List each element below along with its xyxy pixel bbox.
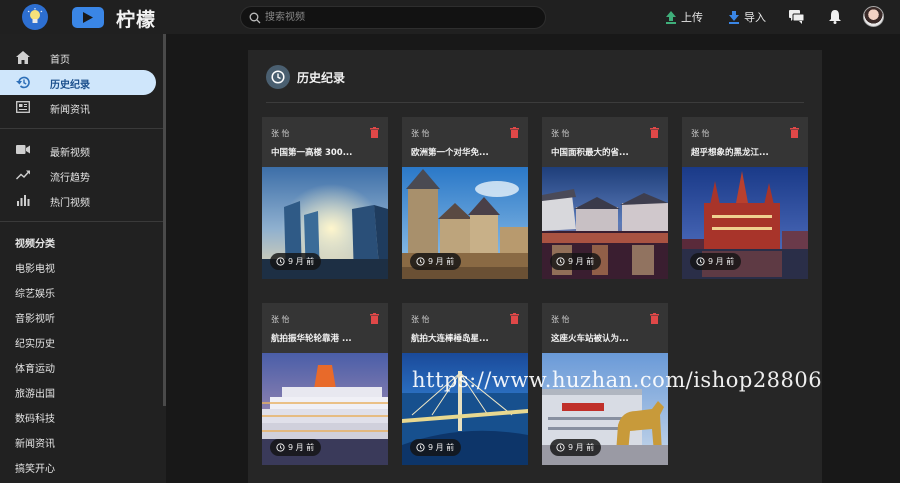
card-author: 张 怡 <box>551 129 570 138</box>
clock-icon <box>266 65 290 89</box>
watermark-text: https://www.huzhan.com/ishop28806 <box>412 368 823 392</box>
upload-label: 上传 <box>681 11 703 24</box>
trash-icon[interactable] <box>510 313 519 324</box>
card-author: 张 怡 <box>271 129 290 138</box>
sidebar-divider <box>0 221 163 222</box>
trash-icon[interactable] <box>370 127 379 138</box>
bar-chart-icon <box>17 195 30 206</box>
category-item[interactable]: 旅游出国 <box>15 385 55 400</box>
time-badge: 9 月 前 <box>270 253 322 270</box>
sidebar-item-label: 热门视频 <box>50 198 90 209</box>
card-title[interactable]: 航拍振华轮轮靠港 ... <box>271 332 352 344</box>
brand-name[interactable]: 柠檬 <box>116 5 156 32</box>
search-input[interactable] <box>265 9 535 26</box>
search-icon <box>249 12 261 24</box>
card-title[interactable]: 这座火车站被认为... <box>551 332 629 344</box>
time-badge: 9 月 前 <box>550 439 602 456</box>
time-badge: 9 月 前 <box>550 253 602 270</box>
card-author: 张 怡 <box>411 315 430 324</box>
sidebar-item-latest-videos[interactable]: 最新视频 <box>0 138 156 163</box>
history-icon <box>16 76 30 89</box>
category-item[interactable]: 体育运动 <box>15 360 55 375</box>
time-text: 9 月 前 <box>288 257 315 266</box>
sidebar-item-label: 最新视频 <box>50 148 90 159</box>
time-badge: 9 月 前 <box>270 439 322 456</box>
trash-icon[interactable] <box>650 313 659 324</box>
category-item[interactable]: 综艺娱乐 <box>15 285 55 300</box>
card-author: 张 怡 <box>271 315 290 324</box>
messages-icon[interactable] <box>789 9 804 24</box>
category-item[interactable]: 数码科技 <box>15 410 55 425</box>
history-icon <box>556 257 565 266</box>
play-logo-icon[interactable] <box>72 7 104 28</box>
sidebar-item-trending[interactable]: 流行趋势 <box>0 163 156 188</box>
category-heading: 视频分类 <box>15 239 55 250</box>
import-button[interactable]: 导入 <box>728 9 766 25</box>
user-avatar[interactable] <box>863 6 884 27</box>
card-title[interactable]: 超乎想象的黑龙江... <box>691 146 769 158</box>
title-divider <box>266 102 804 103</box>
time-badge: 9 月 前 <box>410 253 462 270</box>
time-badge: 9 月 前 <box>410 439 462 456</box>
video-camera-icon <box>16 145 30 154</box>
trash-icon[interactable] <box>650 127 659 138</box>
trending-icon <box>16 170 30 180</box>
sidebar-item-label: 首页 <box>50 55 70 66</box>
sidebar: 首页 历史纪录 新闻资讯 最新视频 流行趋势 热门视频 视频分类 电影电视 综艺… <box>0 34 166 483</box>
history-icon <box>276 257 285 266</box>
category-item[interactable]: 音影视听 <box>15 310 55 325</box>
bell-icon[interactable] <box>828 9 842 24</box>
top-bar: 柠檬 上传 导入 <box>0 0 900 34</box>
history-card[interactable]: 张 怡 中国面积最大的省... 9 月 前 <box>542 117 668 279</box>
card-author: 张 怡 <box>551 315 570 324</box>
time-text: 9 月 前 <box>428 257 455 266</box>
time-text: 9 月 前 <box>288 443 315 452</box>
sidebar-divider <box>0 128 163 129</box>
time-text: 9 月 前 <box>428 443 455 452</box>
history-icon <box>416 443 425 452</box>
upload-button[interactable]: 上传 <box>665 9 703 25</box>
sidebar-item-news[interactable]: 新闻资讯 <box>0 95 156 120</box>
trash-icon[interactable] <box>790 127 799 138</box>
category-item[interactable]: 搞笑开心 <box>15 460 55 475</box>
card-title[interactable]: 中国面积最大的省... <box>551 146 629 158</box>
home-icon <box>16 51 30 64</box>
history-icon <box>556 443 565 452</box>
category-item[interactable]: 新闻资讯 <box>15 435 55 450</box>
sidebar-scrollbar[interactable] <box>163 34 166 406</box>
sidebar-item-label: 新闻资讯 <box>50 105 90 116</box>
card-author: 张 怡 <box>691 129 710 138</box>
history-card[interactable]: 张 怡 超乎想象的黑龙江... 9 月 前 <box>682 117 808 279</box>
page-title: 历史纪录 <box>297 71 346 85</box>
search-box[interactable] <box>240 6 546 29</box>
download-icon <box>729 10 739 24</box>
card-author: 张 怡 <box>411 129 430 138</box>
history-icon <box>276 443 285 452</box>
sidebar-item-home[interactable]: 首页 <box>0 45 156 70</box>
sidebar-item-label: 历史纪录 <box>50 80 90 91</box>
sidebar-item-label: 流行趋势 <box>50 173 90 184</box>
category-item[interactable]: 纪实历史 <box>15 335 55 350</box>
sidebar-item-hot-videos[interactable]: 热门视频 <box>0 188 156 213</box>
trash-icon[interactable] <box>510 127 519 138</box>
history-card[interactable]: 张 怡 欧洲第一个对华免... 9 月 前 <box>402 117 528 279</box>
card-title[interactable]: 中国第一高楼 300... <box>271 146 352 158</box>
history-icon <box>416 257 425 266</box>
history-card[interactable]: 张 怡 中国第一高楼 300... 9 月 前 <box>262 117 388 279</box>
card-title[interactable]: 欧洲第一个对华免... <box>411 146 489 158</box>
time-text: 9 月 前 <box>568 257 595 266</box>
upload-icon <box>666 10 676 24</box>
card-title[interactable]: 航拍大连棒棰岛星... <box>411 332 489 344</box>
history-icon <box>696 257 705 266</box>
news-icon <box>16 101 30 113</box>
lightbulb-logo-icon[interactable] <box>22 4 48 30</box>
sidebar-item-history[interactable]: 历史纪录 <box>0 70 156 95</box>
time-text: 9 月 前 <box>708 257 735 266</box>
time-text: 9 月 前 <box>568 443 595 452</box>
time-badge: 9 月 前 <box>690 253 742 270</box>
history-card[interactable]: 张 怡 航拍振华轮轮靠港 ... 9 月 前 <box>262 303 388 465</box>
import-label: 导入 <box>744 11 766 24</box>
category-item[interactable]: 电影电视 <box>15 260 55 275</box>
trash-icon[interactable] <box>370 313 379 324</box>
